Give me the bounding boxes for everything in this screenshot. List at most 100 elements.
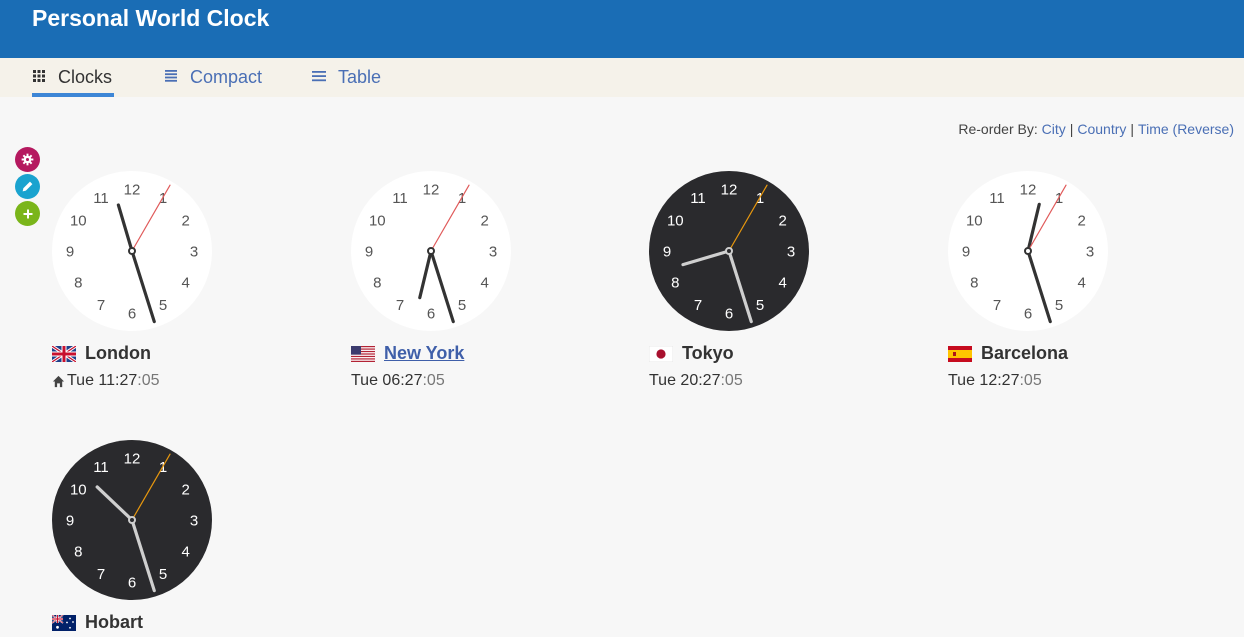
clock-numeral: 6 (427, 306, 435, 323)
clock-numeral: 10 (369, 213, 386, 230)
clock-numeral: 10 (70, 213, 87, 230)
time-value: Tue 11:27 (67, 372, 138, 389)
city-name: London (85, 343, 151, 363)
city-row: Hobart (52, 612, 143, 633)
clock-card: 123456789101112New YorkTue 06:27:05 (351, 171, 611, 389)
australia-flag-icon (52, 614, 76, 631)
grid-icon (33, 69, 45, 82)
us-flag-icon (351, 345, 375, 362)
clock-card: 123456789101112Hobart (52, 440, 312, 632)
clock-numeral: 12 (423, 182, 440, 199)
clock-numeral: 4 (481, 275, 489, 292)
view-tabs: Clocks Compact Table (0, 58, 1244, 97)
time-value: Tue 20:27 (649, 372, 721, 389)
clock-numeral: 12 (124, 451, 141, 468)
clock-numeral: 6 (128, 306, 136, 323)
settings-button[interactable] (15, 147, 40, 172)
gear-icon (21, 153, 34, 166)
clock-numeral: 2 (182, 213, 190, 230)
home-icon (52, 375, 65, 387)
clock-numeral: 5 (756, 297, 764, 314)
reorder-country-link[interactable]: Country (1077, 121, 1126, 137)
clock-numeral: 5 (159, 297, 167, 314)
time-seconds: :05 (1019, 372, 1042, 389)
reorder-city-link[interactable]: City (1042, 121, 1066, 137)
time-value: Tue 06:27 (351, 372, 423, 389)
analog-clock: 123456789101112 (52, 440, 212, 600)
clock-numeral: 8 (74, 275, 82, 292)
city-row: Tokyo (649, 343, 734, 364)
clock-card: 123456789101112LondonTue 11:27:05 (52, 171, 312, 389)
reorder-time-link[interactable]: Time (1138, 121, 1169, 137)
clock-numeral: 10 (70, 482, 87, 499)
clock-numeral: 9 (663, 244, 671, 261)
city-row: London (52, 343, 151, 364)
clock-numeral: 8 (970, 275, 978, 292)
clock-numeral: 4 (779, 275, 787, 292)
clock-numeral: 7 (396, 297, 404, 314)
analog-clock: 123456789101112 (351, 171, 511, 331)
clock-card: 123456789101112BarcelonaTue 12:27:05 (948, 171, 1208, 389)
clock-numeral: 11 (93, 459, 109, 476)
uk-flag-icon (52, 345, 76, 362)
japan-flag-icon (649, 345, 673, 362)
time-value: Tue 12:27 (948, 372, 1020, 389)
app-title: Personal World Clock (32, 5, 270, 31)
clock-numeral: 2 (182, 482, 190, 499)
clock-numeral: 4 (182, 544, 190, 561)
table-list-icon (312, 70, 326, 81)
clock-numeral: 9 (365, 244, 373, 261)
clock-numeral: 6 (725, 306, 733, 323)
clock-numeral: 2 (779, 213, 787, 230)
clock-numeral: 11 (93, 190, 109, 207)
clock-numeral: 4 (1078, 275, 1086, 292)
time-display: Tue 12:27:05 (948, 372, 1042, 390)
clock-hub (1024, 247, 1032, 255)
plus-icon (23, 209, 32, 218)
clock-numeral: 12 (1020, 182, 1037, 199)
clock-numeral: 3 (1086, 244, 1094, 261)
edit-button[interactable] (15, 174, 40, 199)
clock-numeral: 3 (190, 513, 198, 530)
clock-hub (725, 247, 733, 255)
time-display: Tue 20:27:05 (649, 372, 743, 390)
clock-numeral: 6 (128, 575, 136, 592)
reorder-reverse-link[interactable]: (Reverse) (1173, 121, 1234, 137)
clock-numeral: 11 (392, 190, 408, 207)
clock-numeral: 7 (993, 297, 1001, 314)
add-button[interactable] (15, 201, 40, 226)
time-seconds: :05 (720, 372, 743, 389)
clock-numeral: 3 (190, 244, 198, 261)
clock-numeral: 12 (721, 182, 738, 199)
clock-numeral: 5 (458, 297, 466, 314)
clock-numeral: 8 (671, 275, 679, 292)
clock-numeral: 5 (159, 566, 167, 583)
app-header: Personal World Clock (0, 0, 1244, 58)
tab-clocks[interactable]: Clocks (32, 58, 114, 97)
tab-table[interactable]: Table (312, 58, 381, 97)
clock-numeral: 10 (966, 213, 983, 230)
clock-numeral: 7 (97, 566, 105, 583)
tab-label: Compact (190, 67, 263, 87)
city-name: Hobart (85, 612, 143, 632)
tab-compact[interactable]: Compact (164, 58, 262, 97)
clock-numeral: 6 (1024, 306, 1032, 323)
clock-hub (128, 247, 136, 255)
city-name: Barcelona (981, 343, 1069, 363)
clock-numeral: 5 (1055, 297, 1063, 314)
clock-card: 123456789101112TokyoTue 20:27:05 (649, 171, 909, 389)
clock-numeral: 7 (694, 297, 702, 314)
clock-numeral: 9 (66, 513, 74, 530)
compact-list-icon (165, 69, 177, 82)
clock-numeral: 10 (667, 213, 684, 230)
time-seconds: :05 (137, 372, 160, 389)
clock-hub (427, 247, 435, 255)
analog-clock: 123456789101112 (52, 171, 212, 331)
city-name-link[interactable]: New York (384, 343, 464, 364)
city-name: Tokyo (682, 343, 734, 363)
clock-hub (128, 516, 136, 524)
clock-numeral: 11 (989, 190, 1005, 207)
clock-numeral: 8 (74, 544, 82, 561)
clock-numeral: 2 (481, 213, 489, 230)
city-row: Barcelona (948, 343, 1068, 364)
